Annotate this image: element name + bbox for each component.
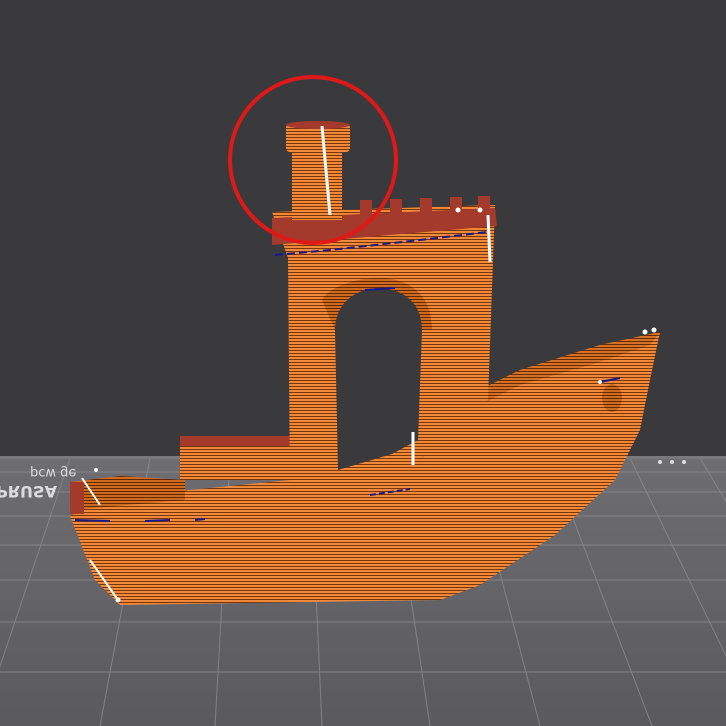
porthole	[602, 384, 622, 412]
chimney[interactable]	[286, 121, 350, 220]
cabin-window	[335, 288, 422, 470]
bed-logo: pcw ge	[30, 465, 76, 480]
bed-label-small: pcw ge	[30, 465, 76, 480]
bed-logo-main: PRUSA	[0, 482, 58, 501]
bed-label-main: PRUSA	[0, 482, 58, 501]
3d-viewport[interactable]: pcw ge PRUSA	[0, 0, 726, 726]
scene-canvas[interactable]: pcw ge PRUSA	[0, 0, 726, 726]
